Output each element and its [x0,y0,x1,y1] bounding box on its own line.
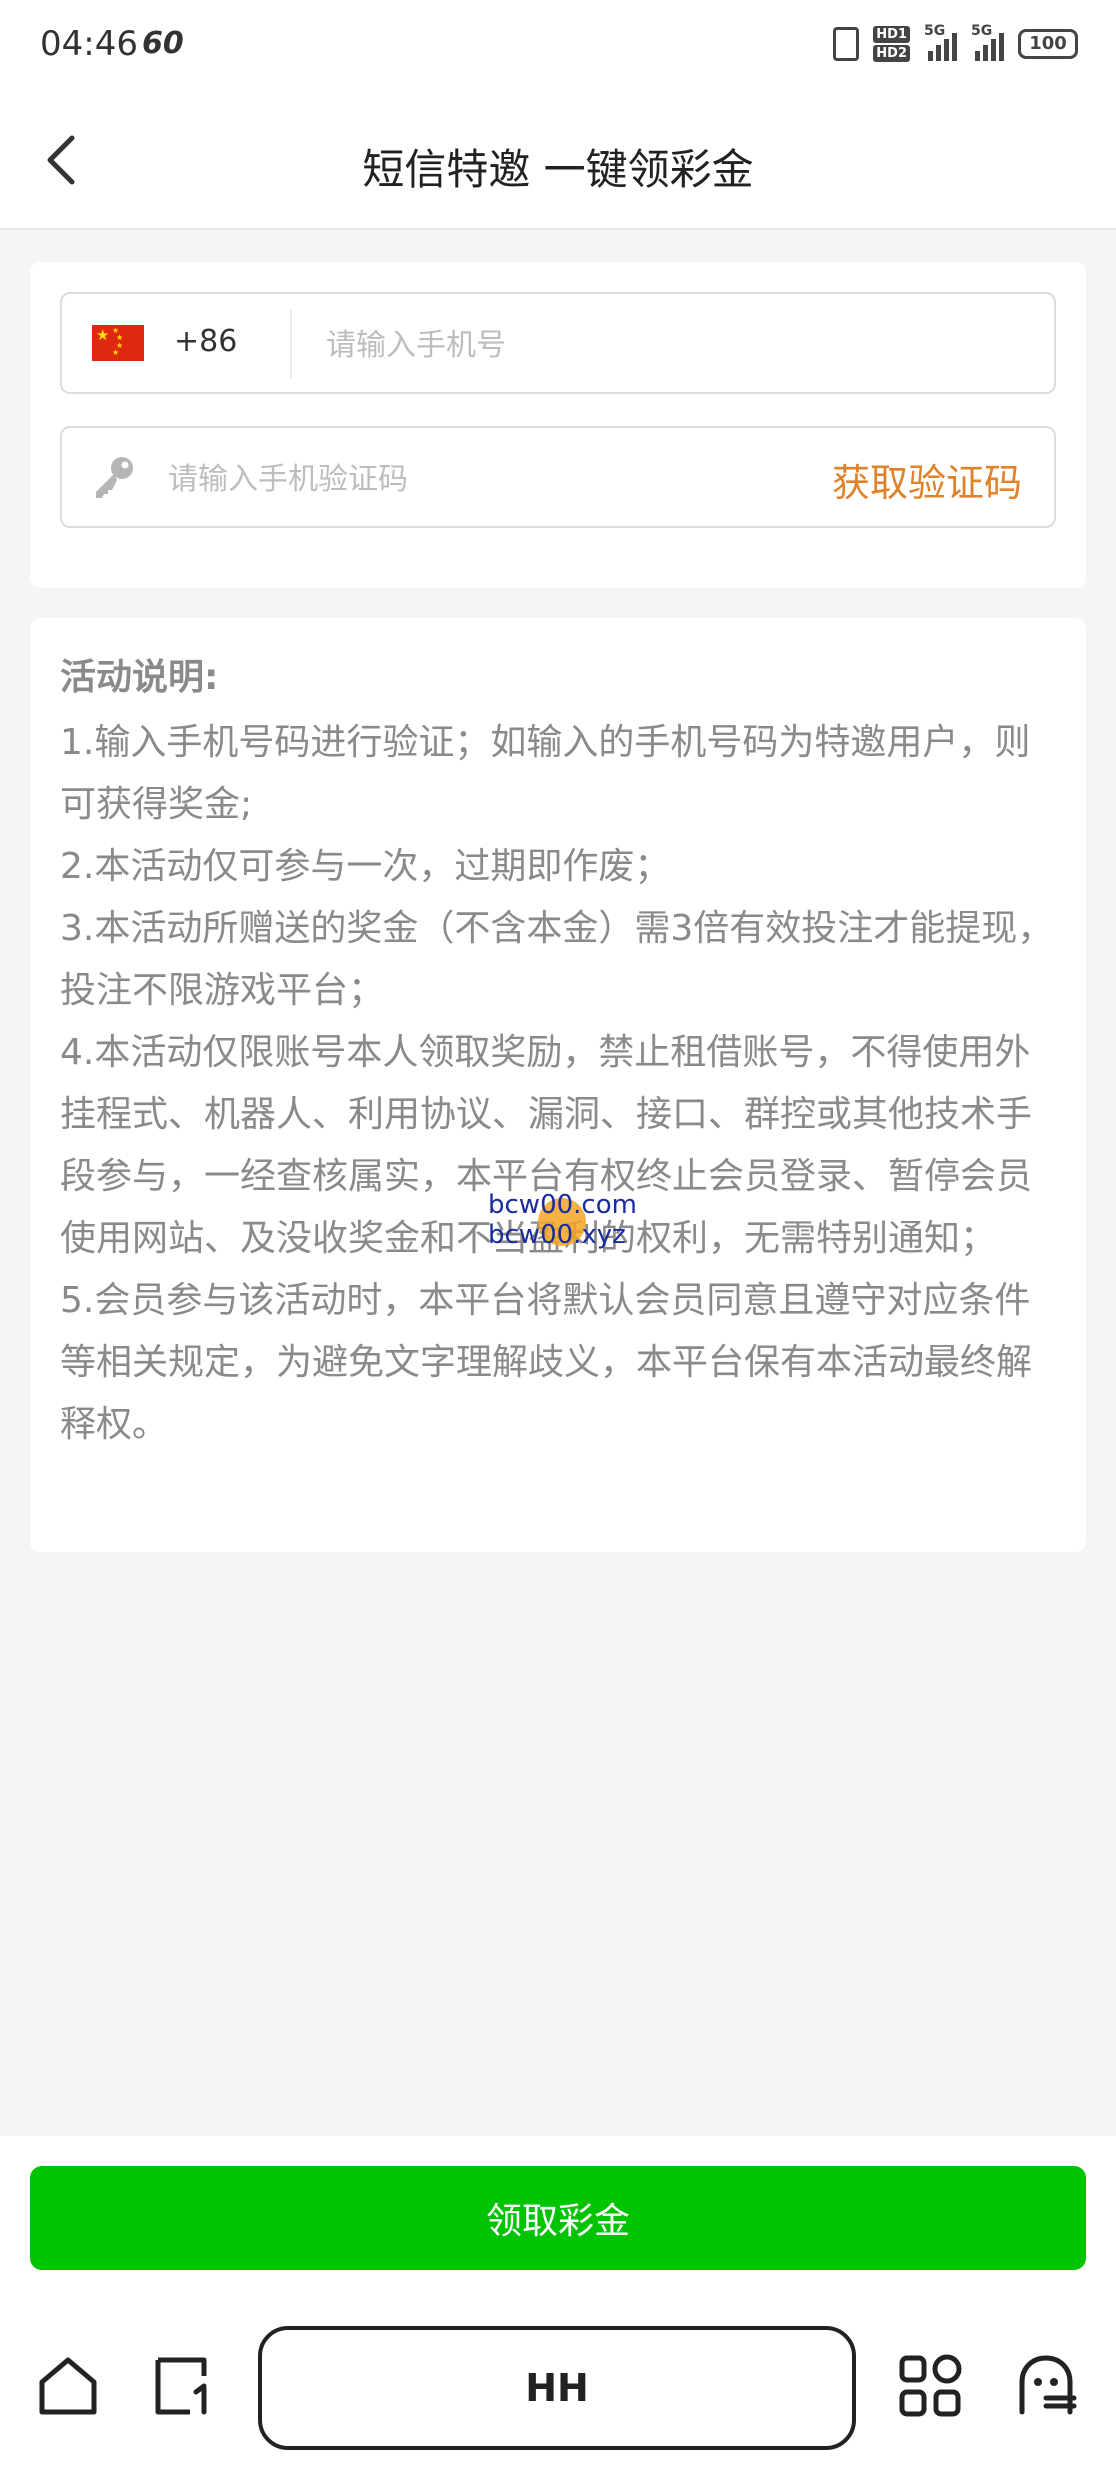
address-bar[interactable]: HH [258,2326,856,2450]
hd-icons: HD1 HD2 [873,26,910,62]
claim-bonus-button[interactable]: 领取彩金 [30,2166,1086,2270]
rule-item: 2.本活动仅可参与一次，过期即作废； [60,846,671,887]
status-time: 04:46 [40,24,138,64]
ghost-icon[interactable] [1012,2352,1080,2420]
china-flag-icon[interactable]: ★ ★ ★ ★ ★ [92,325,144,361]
signal-icon-2: 5G [971,23,1004,61]
activity-rules-card: 活动说明: 1.输入手机号码进行验证；如输入的手机号码为特邀用户，则可获得奖金;… [30,618,1086,1552]
verification-code-input[interactable] [166,454,730,504]
page-title: 短信特邀 一键领彩金 [362,145,754,194]
vibrate-icon [833,27,860,61]
home-icon[interactable] [34,2352,102,2420]
apps-grid-icon[interactable] [896,2352,964,2420]
hd2-label: HD2 [873,45,910,62]
watermark-line-1: bcw00.com [488,1190,637,1220]
phone-field-row: ★ ★ ★ ★ ★ +86 [60,292,1056,394]
refresh-rate: 60 [142,26,184,61]
phone-input[interactable] [324,320,928,370]
signal-icon-1: 5G [924,23,957,61]
rule-item: 5.会员参与该活动时，本平台将默认会员同意且遵守对应条件等相关规定，为避免文字理… [60,1280,1033,1445]
rules-list: 1.输入手机号码进行验证；如输入的手机号码为特邀用户，则可获得奖金; 2.本活动… [60,712,1060,1456]
tabs-icon[interactable] [150,2352,218,2420]
status-icons: HD1 HD2 5G 5G 100 [833,23,1078,62]
country-code[interactable]: +86 [174,324,237,359]
watermark: bcw00.com bcw00.xyz [488,1190,637,1254]
rules-title: 活动说明: [60,657,219,698]
rule-item: 3.本活动所赠送的奖金（不含本金）需3倍有效投注才能提现，投注不限游戏平台； [60,908,1054,1011]
key-icon [96,457,133,498]
network-label-2: 5G [971,23,993,39]
battery-icon: 100 [1018,29,1078,59]
status-bar: 04:46 60 HD1 HD2 5G 5G 100 [0,0,1116,92]
get-code-button[interactable]: 获取验证码 [832,452,1022,507]
watermark-line-2: bcw00.xyz [488,1220,626,1250]
network-label-1: 5G [924,23,946,39]
header: 短信特邀 一键领彩金 [0,92,1116,230]
verify-form-card: ★ ★ ★ ★ ★ +86 获取验证码 [30,262,1086,588]
hd1-label: HD1 [873,26,910,43]
field-divider [290,310,292,378]
rule-item: 1.输入手机号码进行验证；如输入的手机号码为特邀用户，则可获得奖金; [60,722,1031,825]
code-field-row: 获取验证码 [60,426,1056,528]
